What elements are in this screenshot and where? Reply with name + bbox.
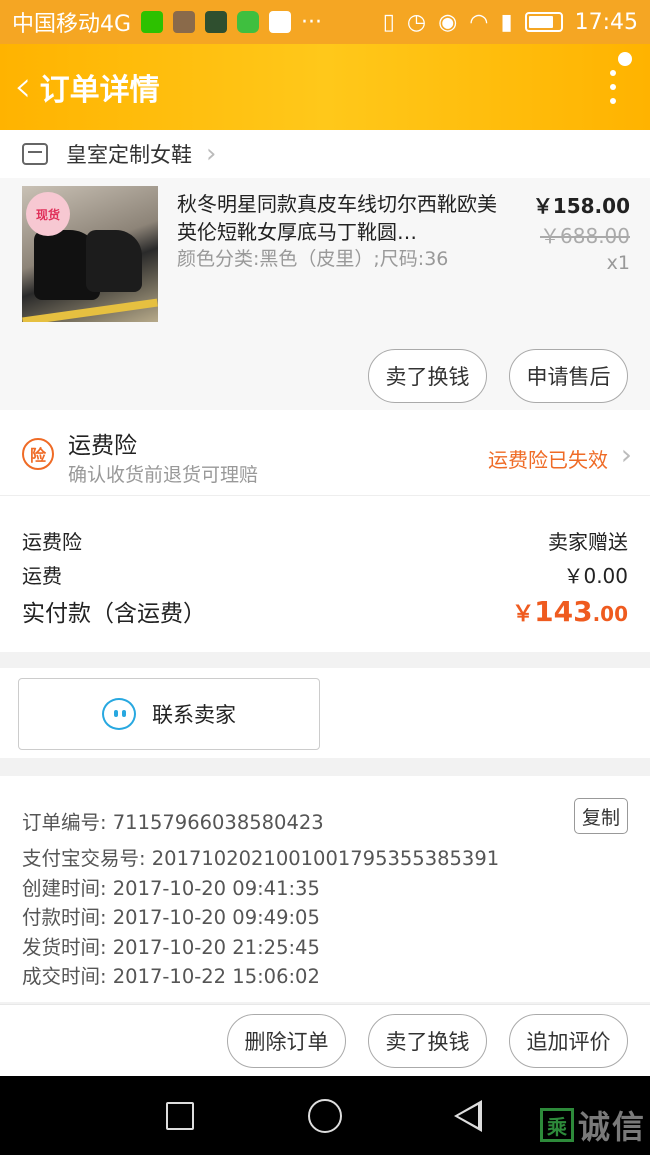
product-thumbnail[interactable]: 现货 <box>22 186 158 322</box>
photo-notification-icon <box>173 11 196 33</box>
status-bar: 中国移动4G ··· ▯ ◷ ◉ ◠ ▮ 17:45 <box>0 0 650 44</box>
wifi-icon: ◠ <box>469 9 489 35</box>
nav-bar: ‹ 订单详情 <box>0 44 650 130</box>
shipping-insurance-row[interactable]: 险 运费险 确认收货前退货可理赔 运费险已失效 › <box>0 410 650 496</box>
shop-row[interactable]: 皇室定制女鞋 › <box>0 130 650 178</box>
fee-row: 运费险 卖家赠送 <box>22 526 628 555</box>
baidu-icon <box>269 11 292 33</box>
fee-label: 运费 <box>22 564 62 588</box>
fee-row: 运费 ￥0.00 <box>22 560 628 589</box>
watermark-logo: 乘 诚信 <box>539 1102 646 1148</box>
insurance-status: 运费险已失效 <box>488 448 608 472</box>
contact-area: 联系卖家 <box>0 668 650 758</box>
insurance-title: 运费险 <box>68 433 137 459</box>
home-icon[interactable] <box>308 1099 342 1133</box>
insurance-subtitle: 确认收货前退货可理赔 <box>68 464 259 486</box>
chevron-right-icon: › <box>206 139 217 169</box>
product-spec: 颜色分类:黑色（皮里）;尺码:36 <box>177 248 449 270</box>
more-options-icon[interactable] <box>610 70 636 104</box>
wechat-icon <box>141 11 164 33</box>
product-price: ￥158.00 <box>532 194 630 218</box>
more-notifications-icon: ··· <box>301 9 323 35</box>
alarm-icon: ◷ <box>406 9 427 35</box>
contact-seller-button[interactable]: 联系卖家 <box>18 678 320 750</box>
back-nav-icon[interactable] <box>454 1100 482 1132</box>
resell-button[interactable]: 卖了换钱 <box>368 1014 487 1068</box>
shop-name: 皇室定制女鞋 <box>66 143 192 167</box>
paid-label: 实付款（含运费） <box>22 601 206 627</box>
copy-button[interactable]: 复制 <box>574 798 628 834</box>
fee-value: 卖家赠送 <box>548 530 628 554</box>
product-item[interactable]: 现货 秋冬明星同款真皮车线切尔西靴欧美英伦短靴女厚底马丁靴圆… 颜色分类:黑色（… <box>0 178 650 410</box>
chevron-right-icon: › <box>620 438 632 471</box>
product-title: 秋冬明星同款真皮车线切尔西靴欧美英伦短靴女厚底马丁靴圆… <box>177 192 497 244</box>
product-quantity: x1 <box>606 252 630 274</box>
delete-order-button[interactable]: 删除订单 <box>227 1014 346 1068</box>
battery-icon <box>524 12 563 32</box>
message-icon <box>237 11 260 33</box>
completed-time: 成交时间: 2017-10-22 15:06:02 <box>22 965 320 988</box>
notification-dot <box>618 52 632 66</box>
card-notification-icon <box>205 11 228 33</box>
system-navigation-bar: 乘 诚信 <box>0 1076 650 1155</box>
contact-seller-label: 联系卖家 <box>152 703 236 727</box>
resell-button[interactable]: 卖了换钱 <box>368 349 487 403</box>
carrier-label: 中国移动4G <box>12 12 132 37</box>
fee-label: 运费险 <box>22 530 82 554</box>
bottom-actions: 删除订单 卖了换钱 追加评价 <box>0 1004 650 1076</box>
eye-icon: ◉ <box>438 9 458 35</box>
insurance-icon: 险 <box>22 438 54 470</box>
paid-amount: ￥143.00 <box>512 595 628 628</box>
fee-summary: 运费险 卖家赠送 运费 ￥0.00 实付款（含运费） ￥143.00 <box>0 496 650 652</box>
add-review-button[interactable]: 追加评价 <box>509 1014 628 1068</box>
created-time: 创建时间: 2017-10-20 09:41:35 <box>22 877 320 900</box>
paid-row: 实付款（含运费） ￥143.00 <box>22 594 628 628</box>
chat-icon <box>102 698 136 730</box>
shipped-time: 发货时间: 2017-10-20 21:25:45 <box>22 936 320 959</box>
alipay-trade-number: 支付宝交易号: 2017102021001001795355385391 <box>22 847 500 870</box>
recent-apps-icon[interactable] <box>166 1102 194 1130</box>
product-original-price: ￥688.00 <box>540 224 630 248</box>
paid-time: 付款时间: 2017-10-20 09:49:05 <box>22 906 320 929</box>
signal-icon: ▮ <box>500 9 513 35</box>
order-number: 订单编号: 71157966038580423 <box>22 811 324 834</box>
store-icon <box>22 143 48 165</box>
after-sales-button[interactable]: 申请售后 <box>509 349 628 403</box>
vibrate-icon: ▯ <box>382 9 395 35</box>
fee-value: ￥0.00 <box>563 564 628 588</box>
back-icon[interactable]: ‹ <box>14 65 32 109</box>
page-title: 订单详情 <box>39 73 160 108</box>
stock-badge: 现货 <box>26 192 70 236</box>
clock: 17:45 <box>574 9 638 35</box>
order-info: 订单编号: 71157966038580423 复制 支付宝交易号: 20171… <box>0 776 650 1002</box>
